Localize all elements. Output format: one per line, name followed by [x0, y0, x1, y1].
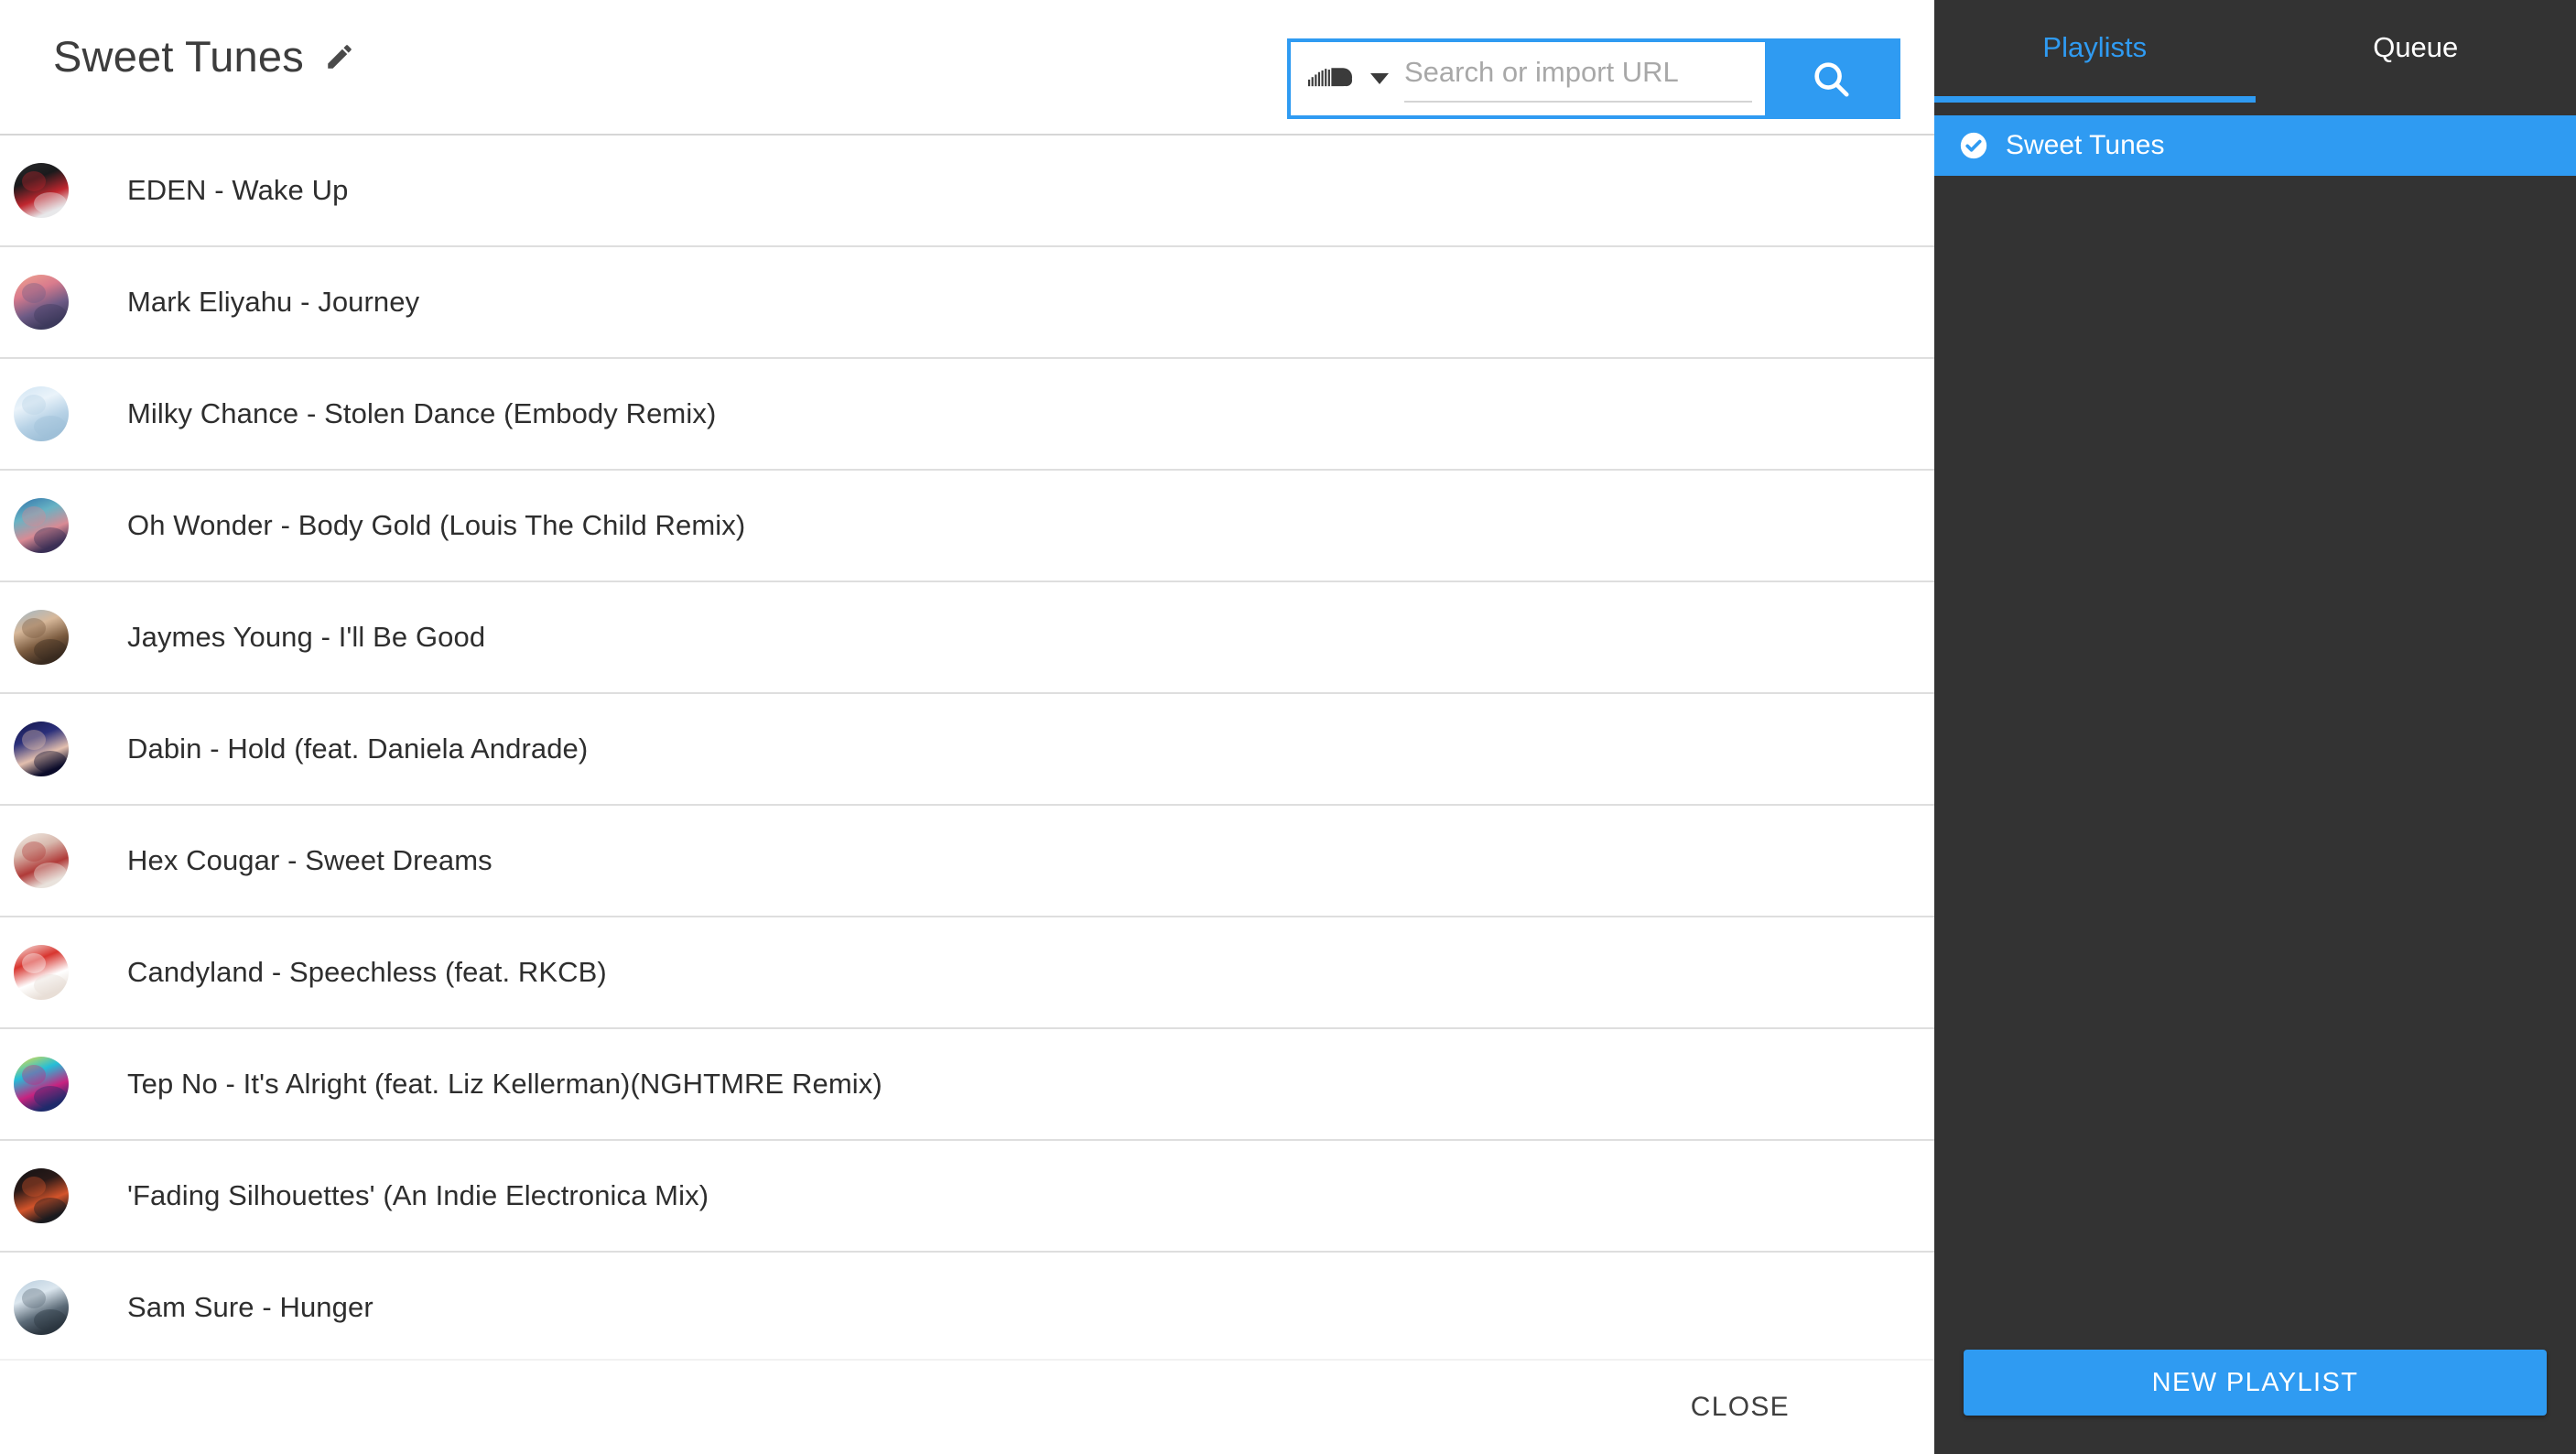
track-row[interactable]: Jaymes Young - I'll Be Good [0, 582, 1934, 694]
search-input-underline [1404, 101, 1752, 103]
track-artwork [14, 722, 69, 776]
track-row[interactable]: Candyland - Speechless (feat. RKCB) [0, 917, 1934, 1029]
track-artwork [14, 945, 69, 1000]
main-header: Sweet Tunes [0, 0, 1934, 136]
track-list[interactable]: EDEN - Wake Up Mark Eliyahu - Journey Milk… [0, 136, 1934, 1454]
track-artwork [14, 610, 69, 665]
track-title: Milky Chance - Stolen Dance (Embody Remi… [127, 397, 717, 429]
track-row[interactable]: Mark Eliyahu - Journey [0, 247, 1934, 359]
track-row[interactable]: Dabin - Hold (feat. Daniela Andrade) [0, 694, 1934, 806]
new-playlist-button[interactable]: NEW PLAYLIST [1964, 1350, 2547, 1416]
track-title: Oh Wonder - Body Gold (Louis The Child R… [127, 509, 746, 541]
track-title: Tep No - It's Alright (feat. Liz Kellerm… [127, 1068, 882, 1100]
track-title: Candyland - Speechless (feat. RKCB) [127, 956, 607, 988]
track-row[interactable]: Oh Wonder - Body Gold (Louis The Child R… [0, 471, 1934, 582]
sidebar-tabs: Playlists Queue [1934, 0, 2576, 115]
track-row[interactable]: Sam Sure - Hunger [0, 1253, 1934, 1364]
track-row[interactable]: Milky Chance - Stolen Dance (Embody Remi… [0, 359, 1934, 471]
app-root: Sweet Tunes Search or import URL EDEN - … [0, 0, 2576, 1454]
track-artwork [14, 386, 69, 441]
search-submit-button[interactable] [1765, 42, 1897, 115]
playlist-title-group: Sweet Tunes [53, 35, 355, 78]
track-title: Dabin - Hold (feat. Daniela Andrade) [127, 732, 589, 765]
track-row[interactable]: 'Fading Silhouettes' (An Indie Electroni… [0, 1141, 1934, 1253]
right-sidebar: Playlists Queue Sweet Tunes NEW PLAYLIST [1934, 0, 2576, 1454]
track-title: Jaymes Young - I'll Be Good [127, 621, 486, 653]
track-row[interactable]: Tep No - It's Alright (feat. Liz Kellerm… [0, 1029, 1934, 1141]
track-title: Hex Cougar - Sweet Dreams [127, 844, 492, 876]
track-title: 'Fading Silhouettes' (An Indie Electroni… [127, 1179, 709, 1211]
search-input[interactable] [1401, 56, 1758, 102]
track-artwork [14, 163, 69, 218]
track-row[interactable]: Hex Cougar - Sweet Dreams [0, 806, 1934, 917]
track-title: EDEN - Wake Up [127, 174, 349, 206]
track-artwork [14, 1057, 69, 1112]
main-panel: Sweet Tunes Search or import URL EDEN - … [0, 0, 1934, 1454]
chevron-down-icon [1370, 73, 1389, 84]
check-circle-icon [1958, 130, 1989, 161]
track-artwork [14, 833, 69, 888]
page-title: Sweet Tunes [53, 32, 304, 81]
search-source-selector[interactable] [1291, 42, 1401, 115]
dialog-action-bar: CLOSE [0, 1359, 1934, 1454]
search-icon [1814, 62, 1849, 97]
pencil-icon[interactable] [324, 41, 355, 72]
search-field-wrap [1401, 42, 1765, 115]
tab-playlists[interactable]: Playlists [1934, 0, 2256, 115]
track-row[interactable]: EDEN - Wake Up [0, 136, 1934, 247]
track-title: Sam Sure - Hunger [127, 1291, 373, 1323]
track-title: Mark Eliyahu - Journey [127, 286, 420, 318]
soundcloud-icon [1308, 68, 1353, 87]
tab-queue[interactable]: Queue [2256, 0, 2576, 115]
track-artwork [14, 1168, 69, 1223]
close-button[interactable]: CLOSE [1674, 1383, 1806, 1432]
track-artwork [14, 1280, 69, 1335]
track-artwork [14, 275, 69, 330]
playlist-list[interactable]: Sweet Tunes [1934, 115, 2576, 1350]
sidebar-footer: NEW PLAYLIST [1934, 1350, 2576, 1454]
playlist-item-label: Sweet Tunes [2006, 130, 2165, 160]
search-bar [1287, 38, 1900, 119]
track-artwork [14, 498, 69, 553]
playlist-item[interactable]: Sweet Tunes [1934, 115, 2576, 176]
